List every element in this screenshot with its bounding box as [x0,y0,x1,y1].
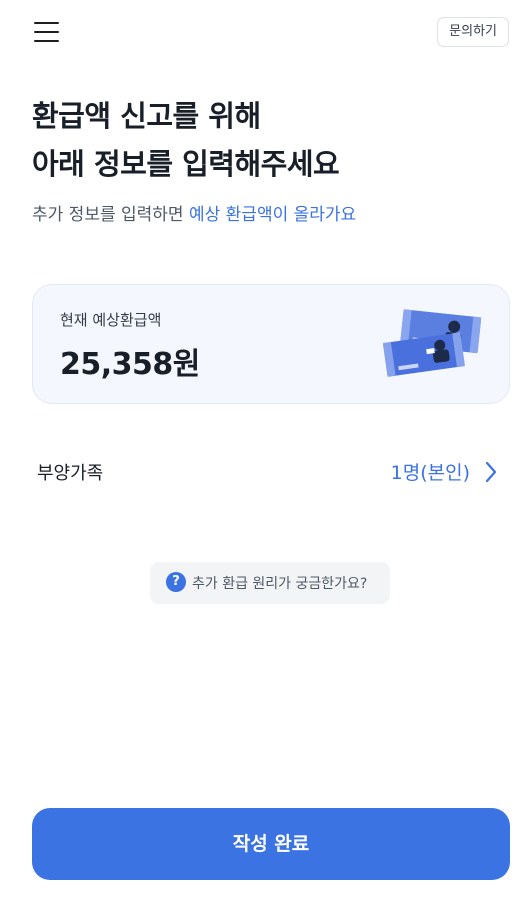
hamburger-menu-icon[interactable] [30,18,64,46]
subtitle-prefix: 추가 정보를 입력하면 [32,205,189,225]
contact-button[interactable]: 문의하기 [437,17,509,47]
chevron-right-icon [485,461,497,483]
page-title-line-1: 환급액 신고를 위해 [32,99,261,133]
submit-button[interactable]: 작성 완료 [32,808,510,880]
page-subtitle: 추가 정보를 입력하면 예상 환급액이 올라가요 [32,202,356,228]
expected-refund-label: 현재 예상환급액 [60,311,162,329]
top-bar: 문의하기 [0,0,532,64]
page-title: 환급액 신고를 위해 아래 정보를 입력해주세요 [32,92,340,188]
dependents-value: 1명(본인) [390,462,470,484]
question-circle-icon: ? [166,572,186,592]
subtitle-highlight: 예상 환급액이 올라가요 [188,205,357,225]
refund-faq-label: 추가 환급 원리가 궁금한가요? [192,576,368,592]
expected-refund-amount: 25,358원 [60,347,200,382]
refund-faq-button[interactable]: ? 추가 환급 원리가 궁금한가요? [150,562,390,604]
expected-refund-card: 현재 예상환급액 25,358원 [32,284,510,404]
money-bills-illustration [383,309,482,377]
page-title-line-2: 아래 정보를 입력해주세요 [32,147,340,181]
dependents-label: 부양가족 [37,463,104,484]
dependents-row[interactable]: 부양가족 1명(본인) [32,446,510,498]
